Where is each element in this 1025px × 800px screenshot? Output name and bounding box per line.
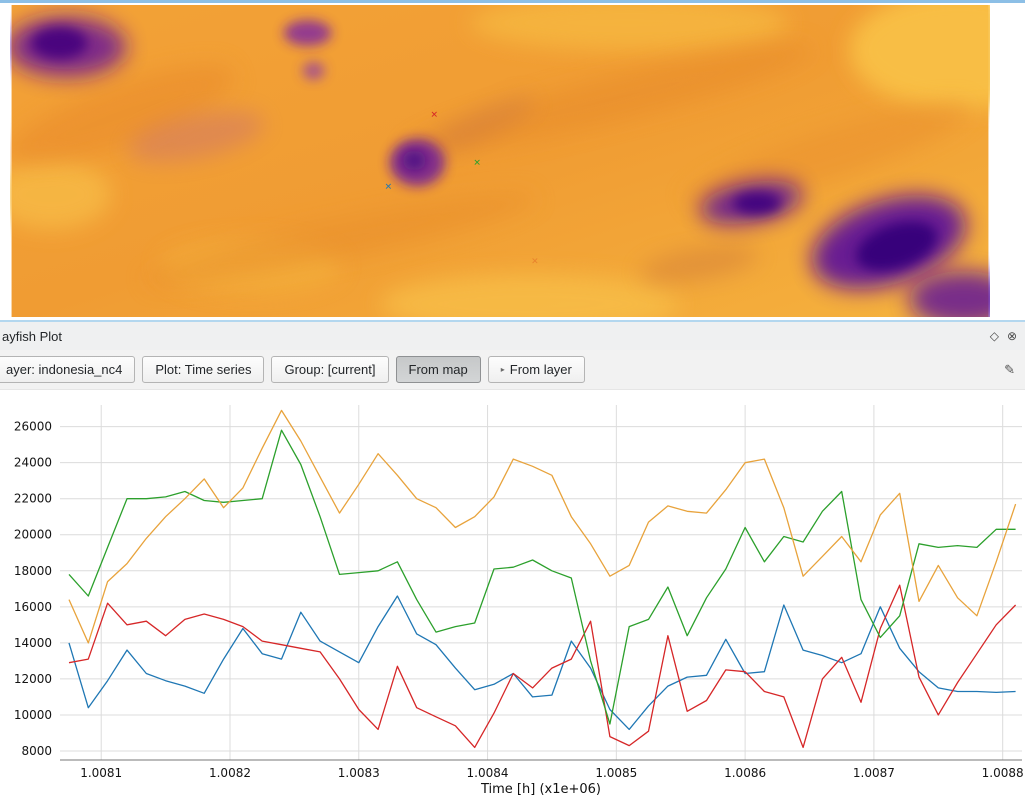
from-layer-label: From layer — [510, 362, 572, 378]
float-panel-icon[interactable]: ◇ — [990, 330, 999, 342]
x-tick-label: 1.0083 — [338, 766, 380, 780]
map-canvas[interactable]: ✕ ✕ ✕ ✕ — [0, 0, 1025, 322]
raster-heatmap[interactable]: ✕ ✕ ✕ ✕ — [10, 5, 990, 317]
y-tick-label: 18000 — [14, 564, 52, 578]
panel-separator — [0, 320, 1025, 322]
qgis-window: ✕ ✕ ✕ ✕ ayfish Plot ◇ ⊗ ayer: indonesia_nc4… — [0, 0, 1025, 800]
crayfish-panel-header: ayfish Plot ◇ ⊗ — [0, 322, 1025, 350]
x-tick-label: 1.0081 — [80, 766, 122, 780]
plot-canvas[interactable]: 8000 10000 12000 14000 16000 18000 20000 22000 2… — [0, 390, 1025, 800]
close-panel-icon[interactable]: ⊗ — [1007, 330, 1017, 342]
x-tick-label: 1.0088 — [982, 766, 1024, 780]
time-series-chart[interactable]: 8000 10000 12000 14000 16000 18000 20000 22000 2… — [0, 390, 1025, 800]
y-tick-label: 16000 — [14, 600, 52, 614]
y-tick-label: 10000 — [14, 708, 52, 722]
map-focus-border — [0, 0, 1025, 3]
map-marker-green-point: ✕ — [473, 158, 481, 168]
y-tick-label: 12000 — [14, 672, 52, 686]
y-tick-label: 26000 — [14, 420, 52, 434]
y-tick-label: 24000 — [14, 456, 52, 470]
x-tick-label: 1.0084 — [467, 766, 509, 780]
plot-type-button[interactable]: Plot: Time series — [142, 356, 264, 384]
plot-toolbar: ayer: indonesia_nc4 Plot: Time series Gr… — [0, 350, 1025, 390]
panel-options-icon[interactable]: ✎ — [1004, 362, 1015, 378]
x-tick-label: 1.0086 — [724, 766, 766, 780]
x-tick-label: 1.0085 — [595, 766, 637, 780]
from-map-button[interactable]: From map — [396, 356, 481, 384]
menu-arrow-icon: ▸ — [501, 365, 505, 375]
x-tick-label: 1.0082 — [209, 766, 251, 780]
map-marker-blue-point: ✕ — [385, 182, 393, 192]
map-marker-orange-point: ✕ — [531, 257, 539, 267]
group-select-button[interactable]: Group: [current] — [271, 356, 388, 384]
y-tick-label: 22000 — [14, 492, 52, 506]
y-tick-label: 14000 — [14, 636, 52, 650]
x-axis-label: Time [h] (x1e+06) — [480, 782, 601, 797]
panel-title: ayfish Plot — [2, 329, 62, 344]
y-tick-label: 20000 — [14, 528, 52, 542]
layer-select-button[interactable]: ayer: indonesia_nc4 — [0, 356, 135, 384]
y-tick-label: 8000 — [21, 744, 52, 758]
from-layer-button[interactable]: ▸ From layer — [488, 356, 585, 384]
x-tick-label: 1.0087 — [853, 766, 895, 780]
map-marker-red-point: ✕ — [430, 111, 438, 121]
